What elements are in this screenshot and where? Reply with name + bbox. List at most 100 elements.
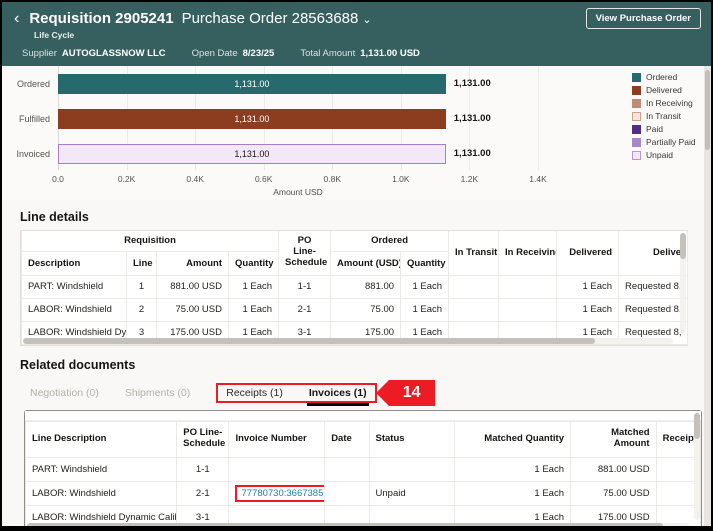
bar-invoiced[interactable]: 1,131.00 (58, 144, 446, 164)
column-header-in-transit: In Transit (449, 231, 499, 275)
table-cell (499, 275, 557, 298)
table-cell: 1-1 (177, 457, 229, 481)
annotation-box-14: Receipts (1)Invoices (1)14 (216, 383, 376, 403)
column-header: Line (127, 251, 157, 275)
legend-swatch (632, 86, 641, 95)
legend-label: Ordered (646, 72, 677, 82)
legend-swatch (632, 73, 641, 82)
bar-row: Fulfilled1,131.001,131.00 (58, 109, 538, 129)
table-cell (229, 457, 325, 481)
table-cell: 2-1 (177, 481, 229, 505)
table-row[interactable]: PART: Windshield1-1 1 Each881.00 USD (26, 457, 701, 481)
bar-row: Invoiced1,131.001,131.00 (58, 144, 538, 164)
header-info-pair: Total Amount 1,131.00 USD (300, 48, 420, 59)
invoice-number-link[interactable]: 77780730:3667385 (241, 488, 323, 499)
horizontal-scrollbar[interactable] (23, 338, 673, 344)
related-documents-title: Related documents (20, 358, 711, 372)
chevron-down-icon[interactable]: ⌄ (362, 14, 371, 26)
vertical-scrollbar[interactable] (680, 233, 686, 335)
tab-negotiation[interactable]: Negotiation (0) (30, 387, 99, 399)
legend-item: In Receiving (632, 98, 696, 108)
table-cell (369, 457, 455, 481)
column-header: PO Line-Schedule (177, 421, 229, 457)
gridline (538, 66, 539, 170)
column-header-delivery: Delive (619, 231, 688, 275)
legend-item: Unpaid (632, 150, 696, 160)
legend-swatch (632, 112, 641, 121)
column-header-po-line-schedule: PO Line-Schedule (279, 231, 331, 275)
vertical-scrollbar[interactable] (694, 413, 700, 520)
table-row[interactable]: PART: Windshield1881.00 USD1 Each1-1881.… (22, 275, 688, 298)
table-cell: 1 Each (557, 275, 619, 298)
table-cell: 1-1 (279, 275, 331, 298)
legend-swatch (632, 125, 641, 134)
table-cell: 1 Each (455, 457, 571, 481)
x-axis-tick: 1.4K (529, 174, 547, 184)
info-label: Total Amount (300, 48, 355, 59)
table-cell: Requested 8, (619, 298, 688, 321)
x-axis-tick: 0.8K (324, 174, 342, 184)
column-header-in-receiving: In Receiving (499, 231, 557, 275)
table-cell: PART: Windshield (22, 275, 127, 298)
x-axis-tick: 0.0 (52, 174, 64, 184)
table-toolbar (25, 411, 701, 421)
annotation-box-15: 77780730:366738515 (235, 485, 324, 502)
legend-swatch (632, 151, 641, 160)
back-icon[interactable]: ‹ (12, 11, 21, 27)
horizontal-scrollbar[interactable] (27, 523, 689, 529)
legend-swatch (632, 99, 641, 108)
bar-fulfilled[interactable]: 1,131.00 (58, 109, 446, 129)
table-cell (499, 298, 557, 321)
table-cell: 75.00 (331, 298, 401, 321)
bar-category-label: Invoiced (0, 144, 50, 164)
table-cell: Unpaid (369, 481, 455, 505)
bar-ordered[interactable]: 1,131.00 (58, 74, 446, 94)
page-scrollbar[interactable] (704, 66, 711, 526)
column-header: Amount (USD) (331, 251, 401, 275)
table-cell (449, 298, 499, 321)
table-row[interactable]: LABOR: Windshield2-177780730:366738515Un… (26, 481, 701, 505)
column-header: Quantity (401, 251, 449, 275)
column-header: Description (22, 251, 127, 275)
legend-label: In Receiving (646, 98, 693, 108)
table-cell (325, 481, 369, 505)
table-cell: PART: Windshield (26, 457, 177, 481)
table-row[interactable]: LABOR: Windshield275.00 USD1 Each2-175.0… (22, 298, 688, 321)
header-info-pair: Open Date8/23/25 (192, 48, 275, 59)
page-header: ‹ Requisition 2905241Purchase Order 2856… (2, 2, 711, 66)
chart-x-axis-label: Amount USD (58, 187, 538, 197)
bar-value-label: 1,131.00 (234, 114, 269, 124)
table-cell: 1 Each (455, 481, 571, 505)
chart-plot-area: Ordered1,131.001,131.00Fulfilled1,131.00… (58, 66, 538, 170)
bar-category-label: Ordered (0, 74, 50, 94)
info-value: 1,131.00 USD (360, 48, 420, 59)
x-axis-tick: 0.4K (186, 174, 204, 184)
legend-label: In Transit (646, 111, 681, 121)
requisition-title: Requisition 2905241 (29, 10, 173, 27)
view-purchase-order-button[interactable]: View Purchase Order (586, 8, 701, 29)
legend-label: Partially Paid (646, 137, 696, 147)
tab-invoices[interactable]: Invoices (1) (309, 387, 367, 399)
table-cell: 881.00 USD (570, 457, 656, 481)
table-cell: 1 Each (401, 298, 449, 321)
bar-outside-label: 1,131.00 (454, 74, 491, 94)
bar-category-label: Fulfilled (0, 109, 50, 129)
x-axis-tick: 1.0K (392, 174, 410, 184)
chart-legend: Ordered Delivered In Receiving In Transit Pa… (632, 72, 696, 160)
table-cell: 1 Each (229, 298, 279, 321)
table-cell: 2-1 (279, 298, 331, 321)
column-header: Invoice Number (229, 421, 325, 457)
info-label: Open Date (192, 48, 238, 59)
legend-label: Paid (646, 124, 663, 134)
related-documents-tabs: Negotiation (0) Shipments (0) Receipts (1)… (30, 382, 711, 404)
bar-value-label: 1,131.00 (234, 79, 269, 89)
table-cell (325, 457, 369, 481)
legend-item: Partially Paid (632, 137, 696, 147)
tab-shipments[interactable]: Shipments (0) (125, 387, 190, 399)
table-cell: 881.00 USD (157, 275, 229, 298)
column-header: Quantity (229, 251, 279, 275)
legend-item: Delivered (632, 85, 696, 95)
table-cell: 2 (127, 298, 157, 321)
info-label: Supplier (22, 48, 57, 59)
tab-receipts[interactable]: Receipts (1) (226, 387, 283, 399)
